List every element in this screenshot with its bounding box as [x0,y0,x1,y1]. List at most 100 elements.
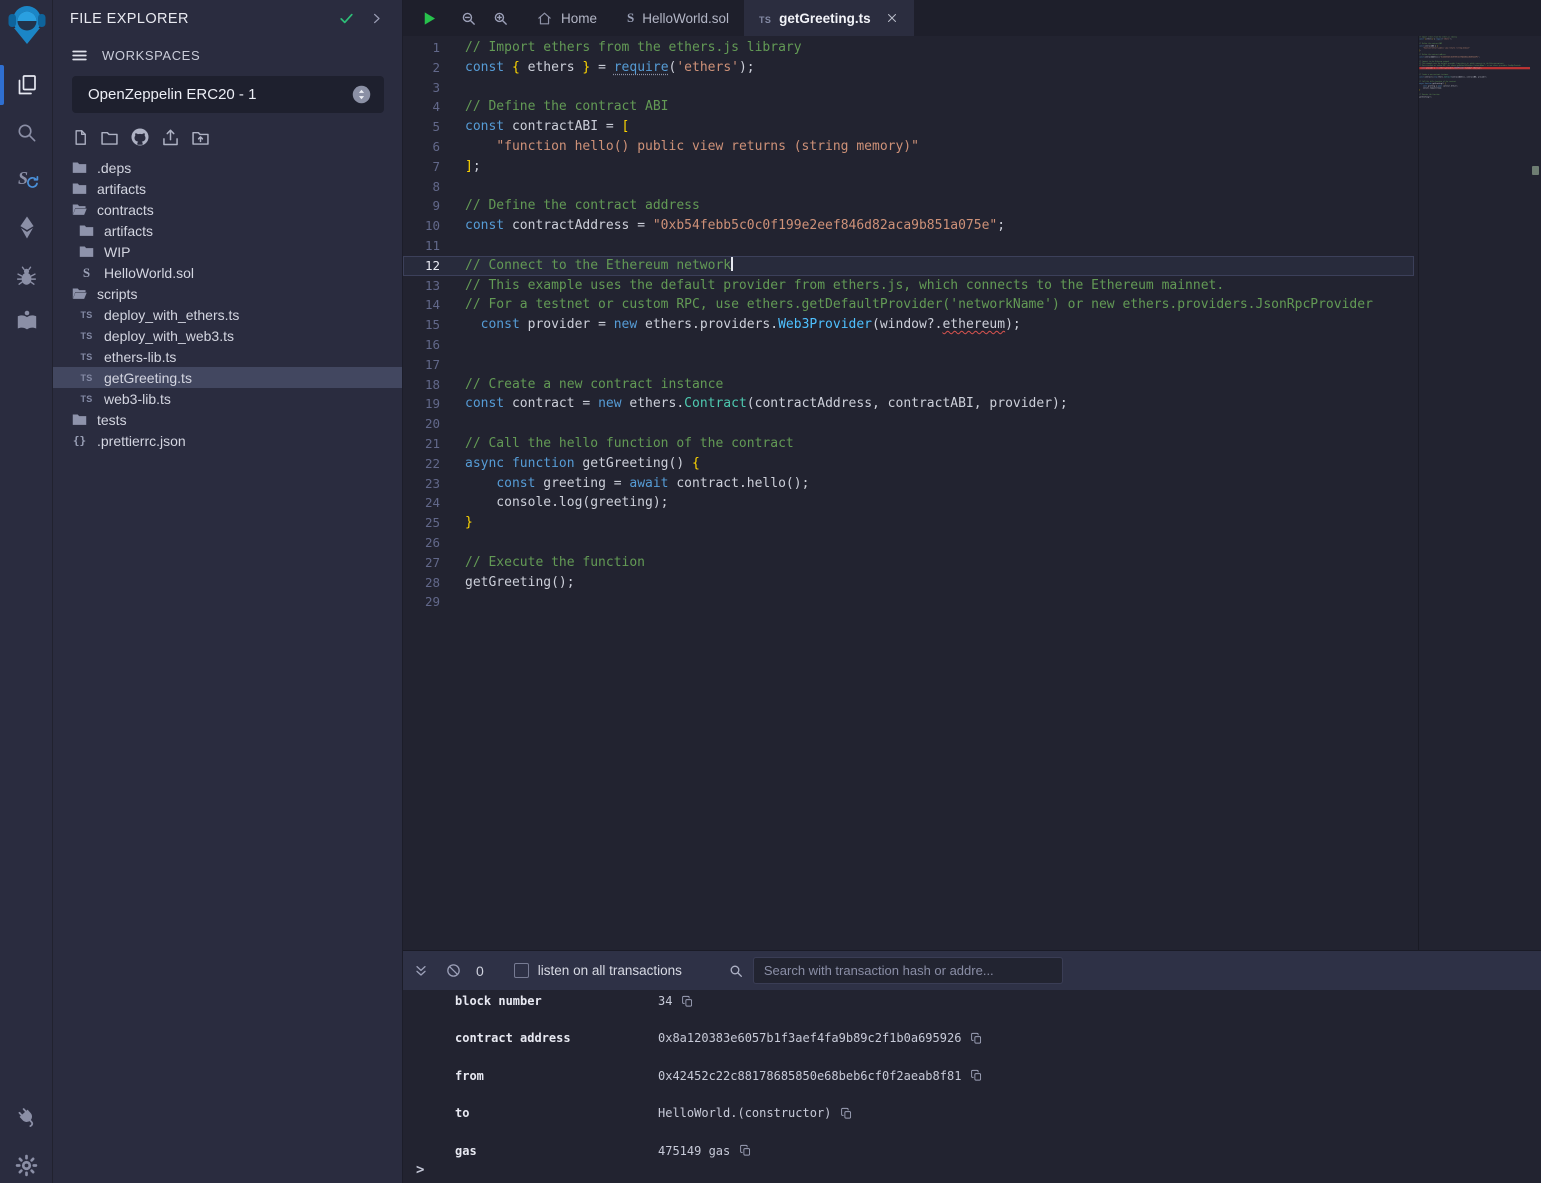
ts-icon: TS [78,327,95,344]
workspace-select[interactable]: OpenZeppelin ERC20 - 1 [72,76,384,113]
terminal-search-input[interactable] [753,957,1063,984]
transaction-count: 0 [476,963,484,979]
close-tab-icon[interactable] [885,11,899,25]
clear-console-icon[interactable] [445,962,462,979]
tab-home[interactable]: Home [521,0,612,36]
github-icon[interactable] [129,126,151,148]
sidebar-item-solidity-compiler[interactable]: S [0,156,53,202]
tree-item-artifacts[interactable]: artifacts [53,220,402,241]
copy-icon[interactable] [970,1069,983,1082]
sidebar-item-remix-logo[interactable] [0,2,53,48]
sidebar-item-debugger[interactable] [0,252,53,298]
tx-detail-label: gas [455,1144,658,1158]
tx-detail-to: toHelloWorld.(constructor) [455,1106,1521,1120]
tx-detail-value: 34 [658,994,672,1008]
line-number: 2 [403,58,465,78]
code-line-22: 22async function getGreeting() { [403,454,1414,474]
line-number: 1 [403,38,465,58]
tab-helloworld-sol[interactable]: SHelloWorld.sol [612,0,744,36]
tab-getgreeting-ts[interactable]: TSgetGreeting.ts [744,0,914,36]
code-line-2: 2const { ethers } = require('ethers'); [403,58,1414,78]
ts-icon: TS [78,390,95,407]
saved-check-icon [338,10,355,27]
copy-icon[interactable] [970,1032,983,1045]
editor-tabbar: Home SHelloWorld.solTSgetGreeting.ts [403,0,1541,36]
tree-item-deploy-with-ethers-ts[interactable]: TSdeploy_with_ethers.ts [53,304,402,325]
tree-item-helloworld-sol[interactable]: SHelloWorld.sol [53,262,402,283]
line-number: 8 [403,177,465,197]
tree-item-getgreeting-ts[interactable]: TSgetGreeting.ts [53,367,402,388]
line-number: 28 [403,573,465,593]
tree-item-contracts[interactable]: contracts [53,199,402,220]
sidebar-item-plugin-manager[interactable] [0,1094,53,1140]
folder-icon [71,159,88,176]
code-line-24: 24 console.log(greeting); [403,493,1414,513]
tx-detail-from: from0x42452c22c88178685850e68beb6cf0f2ae… [455,1069,1521,1083]
code-line-15: 15 const provider = new ethers.providers… [403,315,1414,335]
tree-item-ethers-lib-ts[interactable]: TSethers-lib.ts [53,346,402,367]
terminal-prompt: > [416,1162,424,1178]
activity-bar: S [0,0,53,1183]
line-number: 4 [403,97,465,117]
solidity-icon: S [627,10,634,26]
sidebar-item-search[interactable] [0,109,53,155]
tab-label: Home [561,11,597,26]
listen-transactions-checkbox[interactable] [514,963,529,978]
workspaces-label: WORKSPACES [102,48,200,63]
tx-detail-block-number: block number34 [455,994,1521,1008]
code-line-8: 8 [403,177,1414,197]
listen-transactions-label: listen on all transactions [538,963,682,978]
tx-detail-label: block number [455,994,658,1008]
run-script-button[interactable] [420,9,439,28]
expand-terminal-chevrons-icon[interactable] [413,963,429,979]
minimap[interactable]: // Import ethers from the ethers.js libr… [1418,36,1530,950]
line-number: 19 [403,394,465,414]
remix-logo-icon [7,3,47,47]
workspaces-menu-icon[interactable] [70,46,89,65]
tree-item--prettierrc-json[interactable]: {}.prettierrc.json [53,430,402,451]
tree-item-scripts[interactable]: scripts [53,283,402,304]
sidebar-item-deploy-and-run[interactable] [0,204,53,250]
new-file-icon[interactable] [71,128,90,147]
copy-icon[interactable] [681,995,694,1008]
debugger-icon [15,264,38,287]
collapse-panel-chevron-icon[interactable] [369,11,384,26]
file-name: getGreeting.ts [104,370,192,386]
active-indicator [0,65,4,105]
file-explorer-panel: FILE EXPLORER WORKSPACES OpenZeppelin ER… [53,0,403,1183]
upload-file-icon[interactable] [160,127,181,148]
code-line-14: 14// For a testnet or custom RPC, use et… [403,295,1414,315]
tree-item-deploy-with-web3-ts[interactable]: TSdeploy_with_web3.ts [53,325,402,346]
code-line-21: 21// Call the hello function of the cont… [403,434,1414,454]
line-number: 14 [403,295,465,315]
file-name: .deps [97,160,131,176]
code-line-28: 28getGreeting(); [403,573,1414,593]
line-number: 5 [403,117,465,137]
tree-item-wip[interactable]: WIP [53,241,402,262]
sidebar-item-file-explorer[interactable] [0,62,53,108]
file-explorer-icon [15,73,39,97]
scrollbar-thumb[interactable] [1532,166,1539,175]
ts-icon: TS [78,348,95,365]
tree-item--deps[interactable]: .deps [53,157,402,178]
tree-item-web3-lib-ts[interactable]: TSweb3-lib.ts [53,388,402,409]
zoom-in-icon[interactable] [492,10,509,27]
tree-item-tests[interactable]: tests [53,409,402,430]
new-folder-icon[interactable] [99,127,120,148]
code-editor[interactable]: 1 // Import ethers from the ethers.js lib… [403,36,1541,950]
tree-item-artifacts[interactable]: artifacts [53,178,402,199]
zoom-out-icon[interactable] [460,10,477,27]
code-line-6: 6 "function hello() public view returns … [403,137,1414,157]
copy-icon[interactable] [840,1107,853,1120]
tx-detail-label: to [455,1106,658,1120]
sidebar-item-unit-testing[interactable] [0,297,53,343]
file-name: artifacts [97,181,146,197]
code-line-5: 5const contractABI = [ [403,117,1414,137]
code-line-4: 4// Define the contract ABI [403,97,1414,117]
upload-folder-icon[interactable] [190,127,211,148]
sidebar-item-settings[interactable] [0,1142,53,1183]
copy-icon[interactable] [739,1144,752,1157]
text-cursor [731,256,733,271]
workspaces-row: WORKSPACES [53,27,402,65]
line-number: 7 [403,157,465,177]
